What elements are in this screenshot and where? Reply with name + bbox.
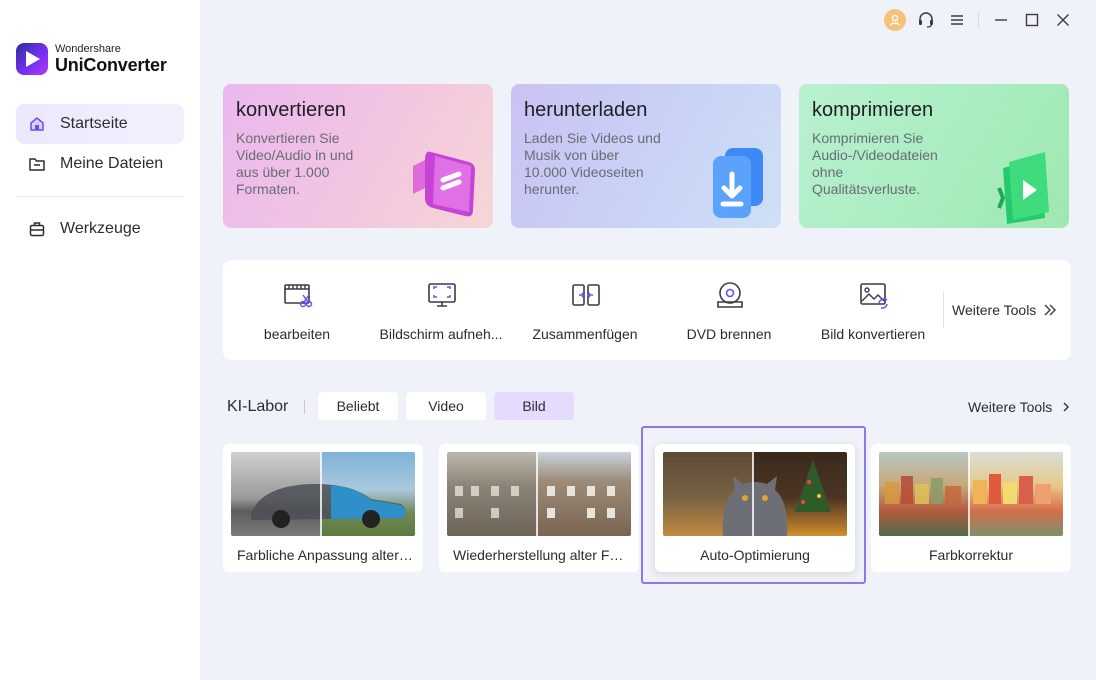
- product-name: UniConverter: [55, 55, 167, 75]
- ki-more-tools-button[interactable]: Weitere Tools: [968, 399, 1072, 415]
- window-controls: [879, 8, 1078, 32]
- ai-card-color-adjust-old[interactable]: Farbliche Anpassung alter ...: [223, 444, 423, 572]
- support-button[interactable]: [910, 8, 941, 32]
- chevron-right-icon: [1063, 402, 1070, 412]
- card-description: Komprimieren Sie Audio-/Videodateien ohn…: [812, 130, 938, 197]
- download-icon: [713, 148, 763, 218]
- tool-screen-record[interactable]: Bildschirm aufneh...: [369, 260, 513, 360]
- card-description: Laden Sie Videos und Musik von über 10.0…: [524, 130, 661, 197]
- ai-card-label: Wiederherstellung alter Fot...: [453, 547, 629, 563]
- card-title: konvertieren: [236, 99, 347, 121]
- double-chevron-right-icon: [1044, 304, 1057, 316]
- tool-label: bearbeiten: [263, 326, 331, 342]
- download-card[interactable]: herunterladen Laden Sie Videos und Musik…: [511, 84, 781, 228]
- sidebar: Wondershare UniConverter Startseite Mein…: [0, 0, 200, 680]
- tab-bild[interactable]: Bild: [494, 392, 574, 420]
- close-icon: [1056, 14, 1069, 26]
- ai-card-color-correction[interactable]: Farbkorrektur: [871, 444, 1071, 572]
- menu-icon: [950, 15, 963, 25]
- tool-image-convert[interactable]: Bild konvertieren: [801, 260, 945, 360]
- brand-name: Wondershare: [55, 43, 121, 55]
- car-preview-image: [231, 452, 415, 536]
- app-logo: Wondershare UniConverter: [16, 43, 167, 75]
- image-convert-icon: [860, 283, 888, 309]
- sidebar-item-startseite[interactable]: Startseite: [16, 104, 184, 144]
- headset-icon: [918, 12, 933, 28]
- ai-card-label: Farbliche Anpassung alter ...: [237, 547, 413, 563]
- tool-dvd-burn[interactable]: DVD brennen: [657, 260, 801, 360]
- minimize-button[interactable]: [985, 8, 1016, 32]
- compress-icon: [997, 152, 1049, 224]
- home-icon: [30, 117, 44, 131]
- card-title: herunterladen: [524, 99, 648, 121]
- folder-icon: [29, 158, 45, 171]
- uniconverter-logo-icon: [16, 43, 48, 75]
- sidebar-item-label: Meine Dateien: [60, 155, 164, 172]
- tab-video[interactable]: Video: [406, 392, 486, 420]
- houses-preview-image: [447, 452, 631, 536]
- tool-edit[interactable]: bearbeiten: [225, 260, 369, 360]
- maximize-icon: [1025, 13, 1038, 27]
- edit-video-icon: [284, 284, 313, 308]
- selected-card-highlight: [641, 426, 866, 584]
- sidebar-item-werkzeuge[interactable]: Werkzeuge: [16, 209, 184, 249]
- convert-icon: [413, 151, 475, 217]
- minimize-icon: [994, 19, 1007, 21]
- window-controls-divider: [978, 12, 979, 28]
- tool-label: Bildschirm aufneh...: [379, 326, 503, 342]
- maximize-button[interactable]: [1016, 8, 1047, 32]
- tool-merge[interactable]: Zusammenfügen: [513, 260, 657, 360]
- sidebar-item-meine-dateien[interactable]: Meine Dateien: [16, 144, 184, 184]
- ai-card-old-photo-restore[interactable]: Wiederherstellung alter Fot...: [439, 444, 639, 572]
- tools-bar: bearbeiten Bildschirm aufneh... Zusammen…: [223, 260, 1071, 360]
- more-tools-label: Weitere Tools: [952, 302, 1037, 318]
- merge-icon: [572, 284, 600, 306]
- ki-labor-title: KI-Labor: [227, 398, 289, 415]
- compress-card[interactable]: komprimieren Komprimieren Sie Audio-/Vid…: [799, 84, 1069, 228]
- tool-label: Zusammenfügen: [532, 326, 638, 342]
- sidebar-divider: [16, 196, 184, 197]
- dvd-icon: [717, 282, 743, 308]
- tools-divider: [943, 292, 944, 328]
- town-preview-image: [879, 452, 1063, 536]
- ki-more-tools-label: Weitere Tools: [968, 399, 1053, 415]
- card-description: Konvertieren Sie Video/Audio in und aus …: [236, 130, 354, 197]
- close-button[interactable]: [1047, 8, 1078, 32]
- screen-record-icon: [428, 283, 456, 307]
- menu-button[interactable]: [941, 8, 972, 32]
- tool-label: Bild konvertieren: [820, 326, 926, 342]
- account-button[interactable]: [879, 8, 910, 32]
- convert-card[interactable]: konvertieren Konvertieren Sie Video/Audi…: [223, 84, 493, 228]
- sidebar-item-label: Startseite: [60, 115, 128, 132]
- avatar-icon: [883, 9, 906, 31]
- tool-label: DVD brennen: [686, 326, 772, 342]
- card-title: komprimieren: [812, 99, 934, 121]
- toolbox-icon: [29, 222, 45, 237]
- tab-beliebt[interactable]: Beliebt: [318, 392, 398, 420]
- sidebar-item-label: Werkzeuge: [60, 220, 141, 237]
- ai-card-label: Farbkorrektur: [928, 547, 1014, 563]
- ki-labor-divider: [304, 400, 305, 414]
- more-tools-button[interactable]: Weitere Tools: [952, 300, 1062, 320]
